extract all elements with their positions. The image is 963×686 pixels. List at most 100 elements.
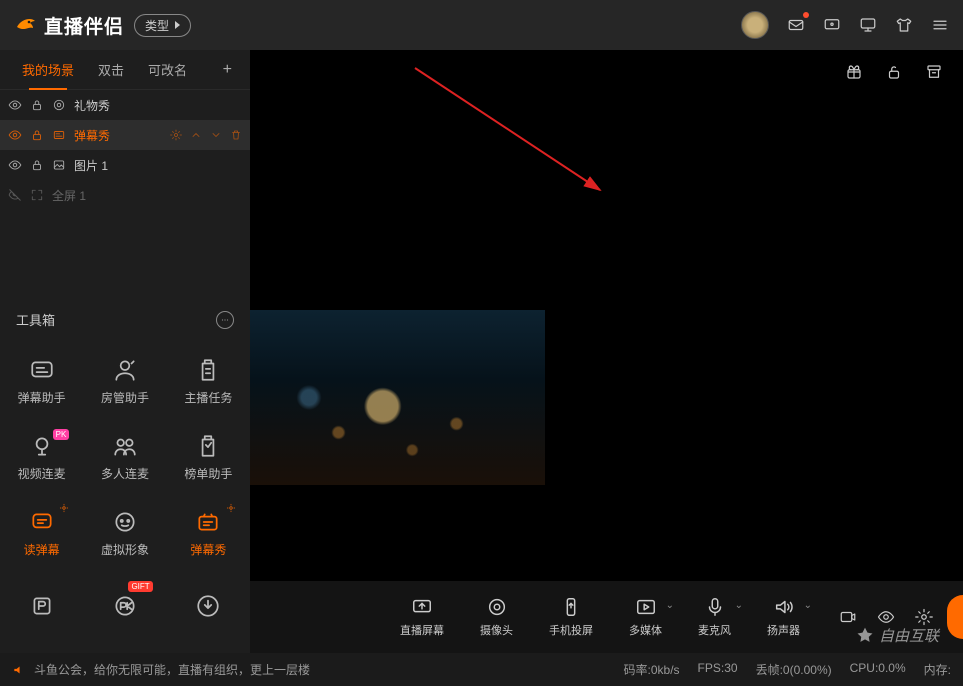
tool-download[interactable] (167, 573, 250, 645)
layer-name: 礼物秀 (74, 97, 110, 114)
preview-thumbnail[interactable] (250, 310, 545, 485)
lock-icon[interactable] (30, 158, 44, 172)
settings-icon[interactable] (915, 608, 933, 626)
layer-row[interactable]: 礼物秀 (0, 90, 250, 120)
tab-my-scene[interactable]: 我的场景 (10, 50, 86, 90)
eye-icon[interactable] (877, 608, 895, 626)
layer-list: 礼物秀 弹幕秀 图片 1 全屏 1 (0, 90, 250, 210)
tab-doubleclick[interactable]: 双击 (86, 50, 136, 90)
app-name: 直播伴侣 (44, 12, 124, 39)
gear-icon[interactable] (170, 129, 182, 141)
tool-multi-link[interactable]: 多人连麦 (83, 421, 166, 493)
tool-grid: 弹幕助手房管助手主播任务视频连麦PK多人连麦榜单助手读弹幕 虚拟形象 弹幕秀 GIFT (0, 339, 250, 653)
gift-layer-icon (52, 98, 66, 112)
title-bar-left: 直播伴侣 类型 (14, 12, 191, 39)
eye-icon[interactable] (8, 158, 22, 172)
lock-icon[interactable] (30, 98, 44, 112)
source-screen-share[interactable]: 直播屏幕 (400, 596, 444, 638)
image-layer-icon (52, 158, 66, 172)
eye-icon[interactable] (8, 128, 22, 142)
chevron-down-icon[interactable]: ⌄ (735, 600, 743, 611)
trash-icon[interactable] (230, 129, 242, 141)
tool-moderator[interactable]: 房管助手 (83, 345, 166, 417)
tool-pk-tool[interactable]: GIFT (83, 573, 166, 645)
chevron-down-icon[interactable]: ⌄ (804, 600, 812, 611)
lock-icon[interactable] (30, 128, 44, 142)
source-bar: 直播屏幕摄像头 手机投屏 多媒体⌄ 麦克风⌄ 扬声器⌄ (250, 581, 963, 653)
layer-name: 弹幕秀 (74, 127, 110, 144)
danmu-show-icon (195, 509, 221, 535)
tool-danmu-assist[interactable]: 弹幕助手 (0, 345, 83, 417)
more-icon[interactable] (216, 311, 234, 329)
archive-icon[interactable] (925, 63, 943, 81)
status-bar: 斗鱼公会，给你无限可能，直播有组织，更上一层楼 码率:0kb/s FPS:30 … (0, 653, 963, 686)
toolbox: 工具箱 弹幕助手房管助手主播任务视频连麦PK多人连麦榜单助手读弹幕 虚拟形象 弹幕秀… (0, 300, 250, 653)
moderator-icon (112, 357, 138, 383)
tool-tag: PK (53, 429, 70, 440)
tool-label: 读弹幕 (24, 541, 60, 558)
tool-lyrics[interactable] (0, 573, 83, 645)
record-icon[interactable] (839, 608, 857, 626)
source-camera[interactable]: 摄像头 (480, 596, 513, 638)
user-avatar[interactable] (741, 11, 769, 39)
tshirt-icon[interactable] (895, 16, 913, 34)
tool-leaderboard[interactable]: 榜单助手 (167, 421, 250, 493)
layer-row[interactable]: 弹幕秀 (0, 120, 250, 150)
mic-icon (704, 596, 726, 618)
tool-danmu-show[interactable]: 弹幕秀 (167, 497, 250, 569)
download-icon (195, 593, 221, 619)
layer-row[interactable]: 图片 1 (0, 150, 250, 180)
notification-dot (803, 12, 809, 18)
tool-tag: GIFT (128, 581, 152, 592)
source-speaker[interactable]: 扬声器⌄ (767, 596, 800, 638)
tool-label: 弹幕秀 (190, 541, 226, 558)
gear-icon[interactable] (59, 503, 69, 513)
tool-video-link[interactable]: 视频连麦PK (0, 421, 83, 493)
pk-tool-icon (112, 593, 138, 619)
layer-controls (170, 129, 242, 141)
toolbox-title: 工具箱 (16, 310, 55, 329)
video-link-icon (29, 433, 55, 459)
chevron-down-icon[interactable]: ⌄ (666, 600, 674, 611)
announce-icon (12, 663, 26, 677)
layer-name: 图片 1 (74, 157, 108, 174)
toolbox-header: 工具箱 (0, 300, 250, 339)
status-left: 斗鱼公会，给你无限可能，直播有组织，更上一层楼 (12, 661, 310, 678)
go-live-button[interactable] (947, 595, 963, 639)
gift-box-icon[interactable] (845, 63, 863, 81)
status-right: 码率:0kb/s FPS:30 丢帧:0(0.00%) CPU:0.0% 内存: (624, 661, 951, 678)
down-icon[interactable] (210, 129, 222, 141)
avatar-tool-icon (112, 509, 138, 535)
multi-link-icon (112, 433, 138, 459)
mail-icon[interactable] (787, 16, 805, 34)
eye-icon[interactable] (8, 98, 22, 112)
tool-avatar-tool[interactable]: 虚拟形象 (83, 497, 166, 569)
left-panel: 我的场景 双击 可改名 + 礼物秀 弹幕秀 图片 (0, 50, 250, 653)
tool-read-danmu[interactable]: 读弹幕 (0, 497, 83, 569)
status-message: 斗鱼公会，给你无限可能，直播有组织，更上一层楼 (34, 661, 310, 678)
phone-cast-icon (560, 596, 582, 618)
speaker-icon (773, 596, 795, 618)
add-scene-button[interactable]: + (215, 61, 240, 79)
source-label: 摄像头 (480, 622, 513, 638)
tasks-icon (195, 357, 221, 383)
source-media[interactable]: 多媒体⌄ (629, 596, 662, 638)
tool-label: 虚拟形象 (101, 541, 149, 558)
type-button[interactable]: 类型 (134, 14, 191, 37)
unlock-icon[interactable] (885, 63, 903, 81)
monitor-icon[interactable] (859, 16, 877, 34)
layer-row[interactable]: 全屏 1 (0, 180, 250, 210)
up-icon[interactable] (190, 129, 202, 141)
tool-tasks[interactable]: 主播任务 (167, 345, 250, 417)
eye-off-icon[interactable] (8, 188, 22, 202)
preview-area (250, 50, 963, 581)
gear-icon[interactable] (226, 503, 236, 513)
screen-icon[interactable] (823, 16, 841, 34)
shark-logo-icon (14, 13, 38, 37)
tab-rename[interactable]: 可改名 (136, 50, 199, 90)
scene-tabs: 我的场景 双击 可改名 + (0, 50, 250, 90)
source-mic[interactable]: 麦克风⌄ (698, 596, 731, 638)
menu-icon[interactable] (931, 16, 949, 34)
source-phone-cast[interactable]: 手机投屏 (549, 596, 593, 638)
layer-name: 全屏 1 (52, 187, 86, 204)
